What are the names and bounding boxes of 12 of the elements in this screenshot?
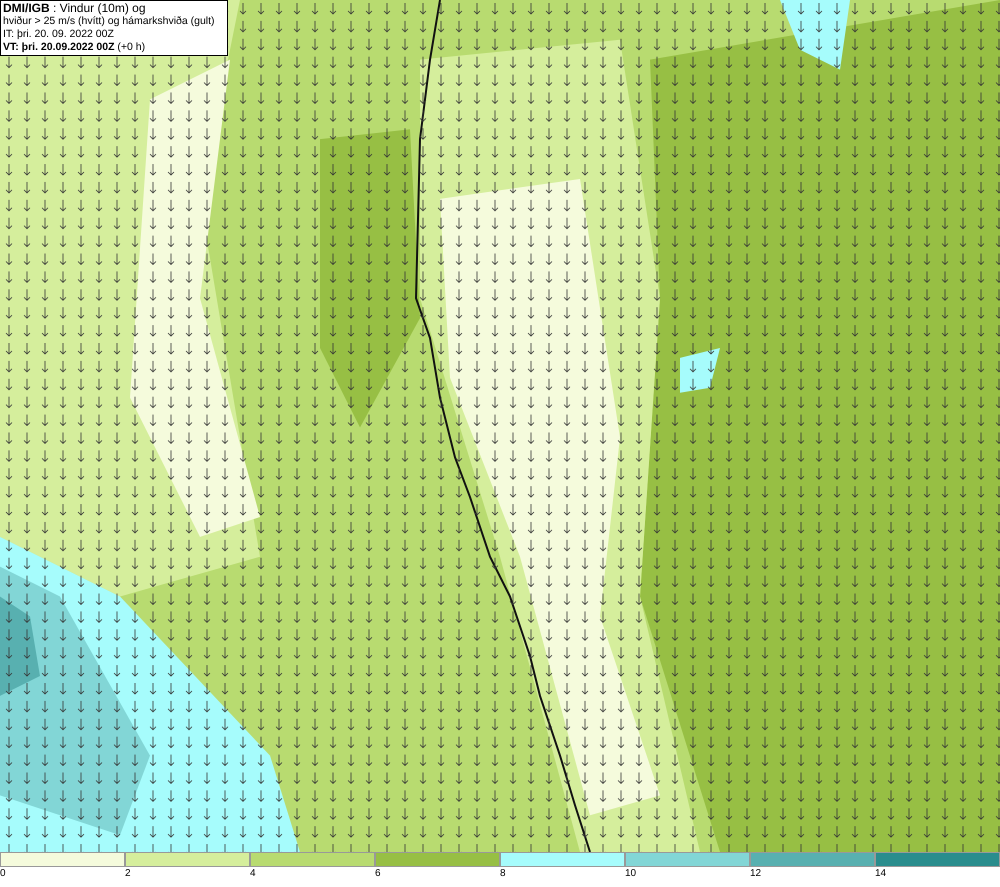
- legend-label: 0: [0, 867, 6, 881]
- title-line: VT: þri. 20.09.2022 00Z (+0 h): [3, 41, 146, 54]
- title-line: hviður > 25 m/s (hvítt) og hámarkshviða (gult): [3, 15, 216, 28]
- legend-label: 6: [375, 867, 381, 881]
- title-line: IT: þri. 20. 09. 2022 00Z: [3, 28, 115, 41]
- legend-label: 12: [750, 867, 762, 881]
- title-line: DMI/IGB : Vindur (10m) og: [3, 2, 146, 15]
- legend-label: 4: [250, 867, 256, 881]
- legend-label: 2: [125, 867, 131, 881]
- legend-label: 8: [500, 867, 506, 881]
- legend-label: 14: [875, 867, 886, 881]
- legend-label: 10: [625, 867, 636, 881]
